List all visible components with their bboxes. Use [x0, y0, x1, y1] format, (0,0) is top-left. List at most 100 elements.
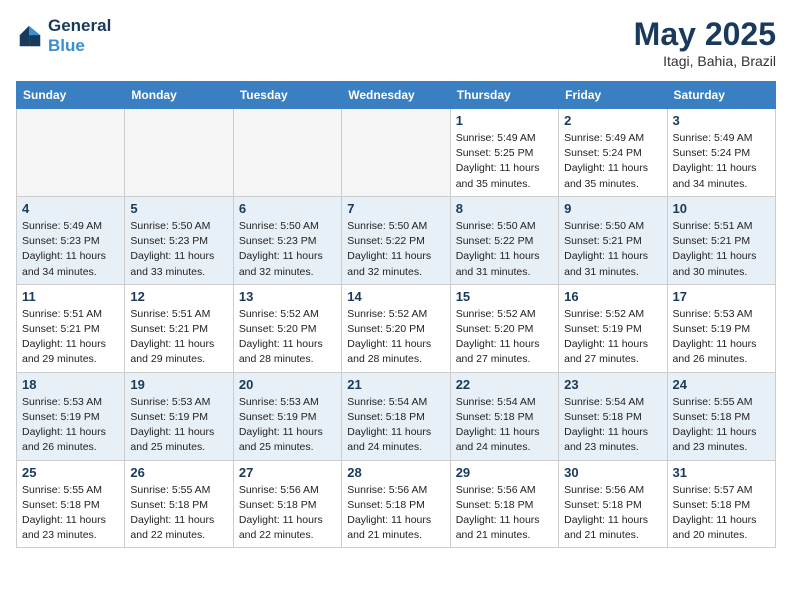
day-number: 15 [456, 289, 553, 304]
location: Itagi, Bahia, Brazil [634, 53, 776, 69]
day-number: 25 [22, 465, 119, 480]
calendar-cell [233, 109, 341, 197]
header-thursday: Thursday [450, 82, 558, 109]
day-number: 7 [347, 201, 444, 216]
calendar-cell: 28Sunrise: 5:56 AM Sunset: 5:18 PM Dayli… [342, 460, 450, 548]
calendar-cell: 26 Sunrise: 5:55 AM Sunset: 5:18 PM Dayli… [125, 460, 233, 548]
day-info: Sunrise: 5:49 AM Sunset: 5:24 PM Dayligh… [564, 131, 661, 192]
logo-icon [16, 22, 44, 50]
calendar-cell: 25 Sunrise: 5:55 AM Sunset: 5:18 PM Dayli… [17, 460, 125, 548]
day-info: Sunrise: 5:55 AM Sunset: 5:18 PM Dayligh… [22, 483, 119, 544]
day-info: Sunrise: 5:56 AM Sunset: 5:18 PM Dayligh… [239, 483, 336, 544]
logo: General Blue [16, 16, 111, 55]
day-info: Sunrise: 5:49 AM Sunset: 5:23 PM Dayligh… [22, 219, 119, 280]
calendar-cell: 4 Sunrise: 5:49 AM Sunset: 5:23 PM Daylig… [17, 196, 125, 284]
day-info: Sunrise: 5:51 AM Sunset: 5:21 PM Dayligh… [130, 307, 227, 368]
day-number: 2 [564, 113, 661, 128]
day-number: 13 [239, 289, 336, 304]
day-info: Sunrise: 5:50 AM Sunset: 5:22 PM Dayligh… [456, 219, 553, 280]
calendar-cell: 21 Sunrise: 5:54 AM Sunset: 5:18 PM Dayli… [342, 372, 450, 460]
calendar-cell: 10 Sunrise: 5:51 AM Sunset: 5:21 PM Dayli… [667, 196, 775, 284]
day-number: 31 [673, 465, 770, 480]
day-number: 22 [456, 377, 553, 392]
calendar-cell: 24 Sunrise: 5:55 AM Sunset: 5:18 PM Dayli… [667, 372, 775, 460]
day-info: Sunrise: 5:55 AM Sunset: 5:18 PM Dayligh… [130, 483, 227, 544]
calendar-cell: 5 Sunrise: 5:50 AM Sunset: 5:23 PM Daylig… [125, 196, 233, 284]
day-number: 5 [130, 201, 227, 216]
day-number: 4 [22, 201, 119, 216]
day-number: 30 [564, 465, 661, 480]
day-info: Sunrise: 5:51 AM Sunset: 5:21 PM Dayligh… [673, 219, 770, 280]
day-info: Sunrise: 5:53 AM Sunset: 5:19 PM Dayligh… [22, 395, 119, 456]
day-number: 26 [130, 465, 227, 480]
calendar-cell: 20 Sunrise: 5:53 AM Sunset: 5:19 PM Dayli… [233, 372, 341, 460]
day-info: Sunrise: 5:52 AM Sunset: 5:19 PM Dayligh… [564, 307, 661, 368]
calendar-cell: 7 Sunrise: 5:50 AM Sunset: 5:22 PM Daylig… [342, 196, 450, 284]
day-info: Sunrise: 5:53 AM Sunset: 5:19 PM Dayligh… [673, 307, 770, 368]
header-saturday: Saturday [667, 82, 775, 109]
header-friday: Friday [559, 82, 667, 109]
calendar-row-4: 18Sunrise: 5:53 AM Sunset: 5:19 PM Dayli… [17, 372, 776, 460]
day-info: Sunrise: 5:49 AM Sunset: 5:25 PM Dayligh… [456, 131, 553, 192]
day-number: 12 [130, 289, 227, 304]
day-number: 23 [564, 377, 661, 392]
calendar-cell [125, 109, 233, 197]
day-number: 8 [456, 201, 553, 216]
header-wednesday: Wednesday [342, 82, 450, 109]
calendar-cell: 9 Sunrise: 5:50 AM Sunset: 5:21 PM Daylig… [559, 196, 667, 284]
day-info: Sunrise: 5:54 AM Sunset: 5:18 PM Dayligh… [347, 395, 444, 456]
title-block: May 2025 Itagi, Bahia, Brazil [634, 16, 776, 69]
calendar-cell: 2 Sunrise: 5:49 AM Sunset: 5:24 PM Daylig… [559, 109, 667, 197]
day-info: Sunrise: 5:50 AM Sunset: 5:23 PM Dayligh… [130, 219, 227, 280]
day-number: 21 [347, 377, 444, 392]
header-sunday: Sunday [17, 82, 125, 109]
day-info: Sunrise: 5:56 AM Sunset: 5:18 PM Dayligh… [456, 483, 553, 544]
calendar-cell: 1 Sunrise: 5:49 AM Sunset: 5:25 PM Daylig… [450, 109, 558, 197]
calendar-cell: 14Sunrise: 5:52 AM Sunset: 5:20 PM Dayli… [342, 284, 450, 372]
calendar-cell [342, 109, 450, 197]
calendar-table: SundayMondayTuesdayWednesdayThursdayFrid… [16, 81, 776, 548]
calendar-cell: 12 Sunrise: 5:51 AM Sunset: 5:21 PM Dayli… [125, 284, 233, 372]
day-number: 16 [564, 289, 661, 304]
day-info: Sunrise: 5:53 AM Sunset: 5:19 PM Dayligh… [239, 395, 336, 456]
calendar-cell: 22 Sunrise: 5:54 AM Sunset: 5:18 PM Dayli… [450, 372, 558, 460]
header-monday: Monday [125, 82, 233, 109]
calendar-cell: 3Sunrise: 5:49 AM Sunset: 5:24 PM Daylig… [667, 109, 775, 197]
calendar-cell: 13 Sunrise: 5:52 AM Sunset: 5:20 PM Dayli… [233, 284, 341, 372]
day-info: Sunrise: 5:52 AM Sunset: 5:20 PM Dayligh… [239, 307, 336, 368]
day-info: Sunrise: 5:50 AM Sunset: 5:22 PM Dayligh… [347, 219, 444, 280]
header-tuesday: Tuesday [233, 82, 341, 109]
calendar-cell: 19 Sunrise: 5:53 AM Sunset: 5:19 PM Dayli… [125, 372, 233, 460]
header-row: SundayMondayTuesdayWednesdayThursdayFrid… [17, 82, 776, 109]
calendar-cell: 27 Sunrise: 5:56 AM Sunset: 5:18 PM Dayli… [233, 460, 341, 548]
day-info: Sunrise: 5:50 AM Sunset: 5:21 PM Dayligh… [564, 219, 661, 280]
day-number: 14 [347, 289, 444, 304]
calendar-cell: 18Sunrise: 5:53 AM Sunset: 5:19 PM Dayli… [17, 372, 125, 460]
calendar-cell: 17 Sunrise: 5:53 AM Sunset: 5:19 PM Dayli… [667, 284, 775, 372]
day-number: 1 [456, 113, 553, 128]
calendar-cell: 23Sunrise: 5:54 AM Sunset: 5:18 PM Dayli… [559, 372, 667, 460]
logo-text: General Blue [48, 16, 111, 55]
day-number: 20 [239, 377, 336, 392]
month-title: May 2025 [634, 16, 776, 53]
day-info: Sunrise: 5:53 AM Sunset: 5:19 PM Dayligh… [130, 395, 227, 456]
day-number: 9 [564, 201, 661, 216]
day-info: Sunrise: 5:54 AM Sunset: 5:18 PM Dayligh… [456, 395, 553, 456]
day-number: 27 [239, 465, 336, 480]
calendar-cell: 29Sunrise: 5:56 AM Sunset: 5:18 PM Dayli… [450, 460, 558, 548]
calendar-cell: 8 Sunrise: 5:50 AM Sunset: 5:22 PM Daylig… [450, 196, 558, 284]
day-info: Sunrise: 5:50 AM Sunset: 5:23 PM Dayligh… [239, 219, 336, 280]
calendar-row-2: 4 Sunrise: 5:49 AM Sunset: 5:23 PM Daylig… [17, 196, 776, 284]
day-number: 10 [673, 201, 770, 216]
calendar-cell: 31Sunrise: 5:57 AM Sunset: 5:18 PM Dayli… [667, 460, 775, 548]
calendar-cell: 15Sunrise: 5:52 AM Sunset: 5:20 PM Dayli… [450, 284, 558, 372]
day-number: 28 [347, 465, 444, 480]
day-number: 6 [239, 201, 336, 216]
day-info: Sunrise: 5:55 AM Sunset: 5:18 PM Dayligh… [673, 395, 770, 456]
day-number: 24 [673, 377, 770, 392]
calendar-cell: 6 Sunrise: 5:50 AM Sunset: 5:23 PM Daylig… [233, 196, 341, 284]
day-number: 17 [673, 289, 770, 304]
calendar-row-5: 25 Sunrise: 5:55 AM Sunset: 5:18 PM Dayli… [17, 460, 776, 548]
day-number: 19 [130, 377, 227, 392]
calendar-cell: 30Sunrise: 5:56 AM Sunset: 5:18 PM Dayli… [559, 460, 667, 548]
